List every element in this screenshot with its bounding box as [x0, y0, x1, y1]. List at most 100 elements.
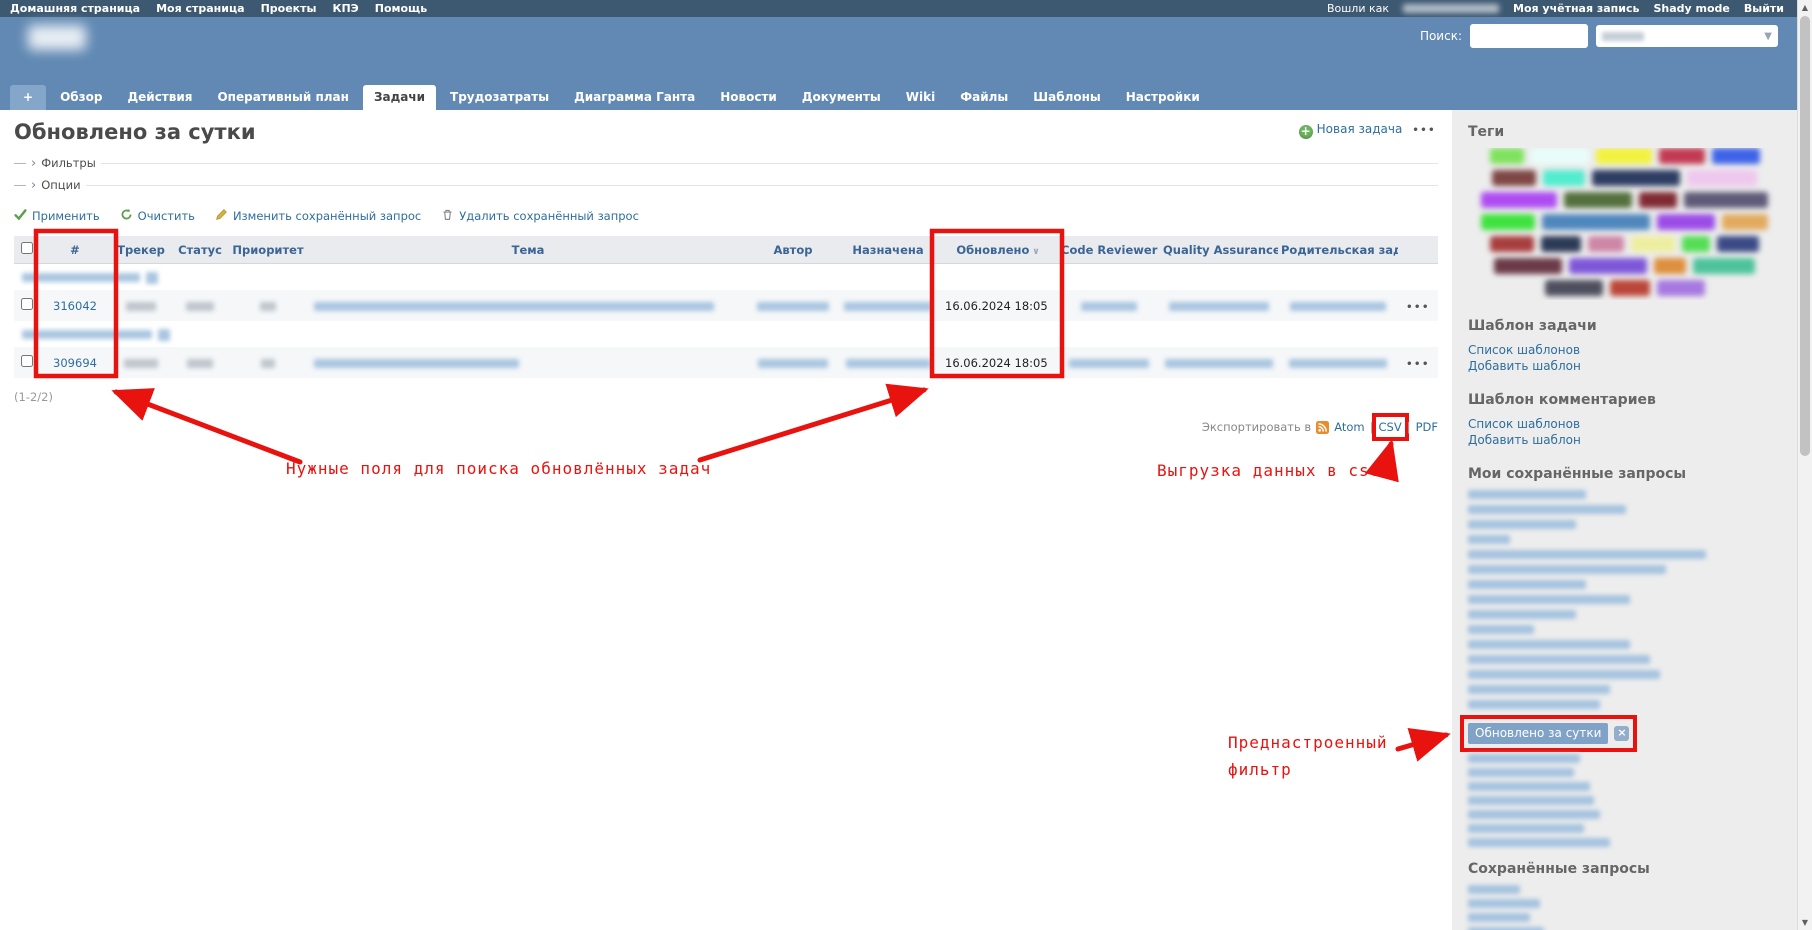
- row-checkbox[interactable]: [21, 298, 33, 310]
- saved-query-item-blurred[interactable]: [1468, 595, 1630, 604]
- more-actions-button[interactable]: •••: [1412, 125, 1436, 136]
- saved-query-item-blurred[interactable]: [1468, 505, 1626, 514]
- tag-pill[interactable]: [1542, 214, 1650, 230]
- saved-query-item-blurred[interactable]: [1468, 535, 1510, 544]
- column-header-quality-assurance[interactable]: Quality Assurance: [1160, 236, 1278, 264]
- saved-query-item-blurred[interactable]: [1468, 520, 1576, 529]
- search-input[interactable]: [1470, 24, 1588, 48]
- column-header-приоритет[interactable]: Приоритет: [228, 236, 308, 264]
- topbar-item-моя-страница[interactable]: Моя страница: [156, 2, 244, 15]
- blurred-subject-link[interactable]: [314, 302, 714, 311]
- blurred-subject-link[interactable]: [314, 359, 519, 368]
- topbar-item-shady-mode[interactable]: Shady mode: [1653, 2, 1729, 15]
- tag-pill[interactable]: [1588, 236, 1624, 252]
- tab-шаблоны[interactable]: Шаблоны: [1022, 85, 1111, 110]
- tag-pill[interactable]: [1610, 280, 1650, 296]
- saved-query-item-blurred[interactable]: [1468, 640, 1630, 649]
- saved-query-item-blurred[interactable]: [1468, 610, 1576, 619]
- saved-query-item-blurred[interactable]: [1468, 550, 1706, 559]
- saved-query-item-blurred[interactable]: [1468, 899, 1540, 908]
- topbar-item-домашняя-страница[interactable]: Домашняя страница: [10, 2, 140, 15]
- column-header-статус[interactable]: Статус: [172, 236, 228, 264]
- saved-query-item-blurred[interactable]: [1468, 824, 1584, 833]
- tag-pill[interactable]: [1541, 236, 1581, 252]
- column-header-#[interactable]: #: [40, 236, 110, 264]
- tag-pill[interactable]: [1494, 258, 1562, 274]
- column-header-автор[interactable]: Автор: [748, 236, 838, 264]
- project-jump-select[interactable]: ▼: [1596, 25, 1778, 47]
- options-toggle[interactable]: › Опции: [14, 174, 1438, 196]
- tag-pill[interactable]: [1545, 280, 1603, 296]
- tag-pill[interactable]: [1687, 170, 1757, 186]
- tag-pill[interactable]: [1654, 258, 1686, 274]
- tag-pill[interactable]: [1490, 148, 1524, 164]
- topbar-item-проекты[interactable]: Проекты: [261, 2, 317, 15]
- new-issue-button[interactable]: +Новая задача: [1299, 122, 1403, 139]
- tab-новости[interactable]: Новости: [709, 85, 788, 110]
- topbar-item-выйти[interactable]: Выйти: [1744, 2, 1784, 15]
- tab-диаграмма-ганта[interactable]: Диаграмма Ганта: [563, 85, 706, 110]
- saved-query-item-blurred[interactable]: [1468, 782, 1590, 791]
- toolbar-trash-button[interactable]: Удалить сохранённый запрос: [441, 208, 639, 224]
- export-csv-link[interactable]: CSV: [1379, 420, 1402, 434]
- tag-pill[interactable]: [1592, 170, 1680, 186]
- tag-pill[interactable]: [1531, 148, 1589, 164]
- row-actions-button[interactable]: •••: [1406, 302, 1430, 313]
- saved-query-item-blurred[interactable]: [1468, 768, 1574, 777]
- tab-трудозатраты[interactable]: Трудозатраты: [439, 85, 560, 110]
- column-header-трекер[interactable]: Трекер: [110, 236, 172, 264]
- tag-pill[interactable]: [1596, 148, 1652, 164]
- saved-query-item-blurred[interactable]: [1468, 565, 1666, 574]
- tab-настройки[interactable]: Настройки: [1115, 85, 1211, 110]
- tab-действия[interactable]: Действия: [116, 85, 203, 110]
- saved-query-item-blurred[interactable]: [1468, 655, 1650, 664]
- sidebar-link-добавить-шаблон[interactable]: Добавить шаблон: [1468, 432, 1781, 448]
- scroll-up-icon[interactable]: ▲: [1798, 3, 1812, 12]
- saved-query-item-blurred[interactable]: [1468, 685, 1610, 694]
- selected-query-chip[interactable]: Обновлено за сутки: [1468, 723, 1608, 744]
- tab-add-project[interactable]: +: [10, 85, 46, 110]
- tag-pill[interactable]: [1569, 258, 1647, 274]
- close-icon[interactable]: ×: [1614, 726, 1629, 741]
- scrollbar-thumb[interactable]: [1800, 16, 1810, 456]
- tag-pill[interactable]: [1490, 236, 1534, 252]
- saved-query-item-blurred[interactable]: [1468, 625, 1534, 634]
- topbar-item-кпэ[interactable]: КПЭ: [332, 2, 358, 15]
- tag-pill[interactable]: [1564, 192, 1632, 208]
- column-header-тема[interactable]: Тема: [308, 236, 748, 264]
- scroll-down-icon[interactable]: ▼: [1798, 918, 1812, 927]
- tag-pill[interactable]: [1712, 148, 1760, 164]
- saved-query-item-blurred[interactable]: [1468, 885, 1520, 894]
- tag-pill[interactable]: [1657, 280, 1705, 296]
- tab-документы[interactable]: Документы: [791, 85, 892, 110]
- tag-pill[interactable]: [1722, 214, 1768, 230]
- tag-pill[interactable]: [1659, 148, 1705, 164]
- saved-query-item-blurred[interactable]: [1468, 838, 1610, 847]
- column-header-родительская-задача[interactable]: Родительская задача: [1278, 236, 1398, 264]
- tab-оперативный-план[interactable]: Оперативный план: [206, 85, 359, 110]
- tag-pill[interactable]: [1682, 236, 1710, 252]
- sidebar-link-добавить-шаблон[interactable]: Добавить шаблон: [1468, 358, 1781, 374]
- saved-query-item-blurred[interactable]: [1468, 810, 1600, 819]
- issue-id-link[interactable]: 316042: [53, 299, 97, 313]
- toolbar-reload-button[interactable]: Очистить: [120, 208, 195, 224]
- sidebar-link-список-шаблонов[interactable]: Список шаблонов: [1468, 416, 1781, 432]
- tab-задачи[interactable]: Задачи: [363, 85, 436, 110]
- tag-pill[interactable]: [1481, 214, 1535, 230]
- tab-файлы[interactable]: Файлы: [949, 85, 1019, 110]
- topbar-item-помощь[interactable]: Помощь: [375, 2, 427, 15]
- tab-wiki[interactable]: Wiki: [895, 85, 946, 110]
- column-header-обновлено[interactable]: Обновлено∨: [938, 236, 1058, 264]
- filters-toggle[interactable]: › Фильтры: [14, 152, 1438, 174]
- tag-pill[interactable]: [1693, 258, 1755, 274]
- tag-pill[interactable]: [1492, 170, 1536, 186]
- topbar-item-моя-учётная-запись[interactable]: Моя учётная запись: [1513, 2, 1639, 15]
- tab-обзор[interactable]: Обзор: [49, 85, 113, 110]
- tag-pill[interactable]: [1684, 192, 1768, 208]
- tag-pill[interactable]: [1543, 170, 1585, 186]
- tag-pill[interactable]: [1657, 214, 1715, 230]
- saved-query-item-blurred[interactable]: [1468, 580, 1586, 589]
- saved-query-item-blurred[interactable]: [1468, 490, 1586, 499]
- tag-pill[interactable]: [1717, 236, 1759, 252]
- column-header-назначена[interactable]: Назначена: [838, 236, 938, 264]
